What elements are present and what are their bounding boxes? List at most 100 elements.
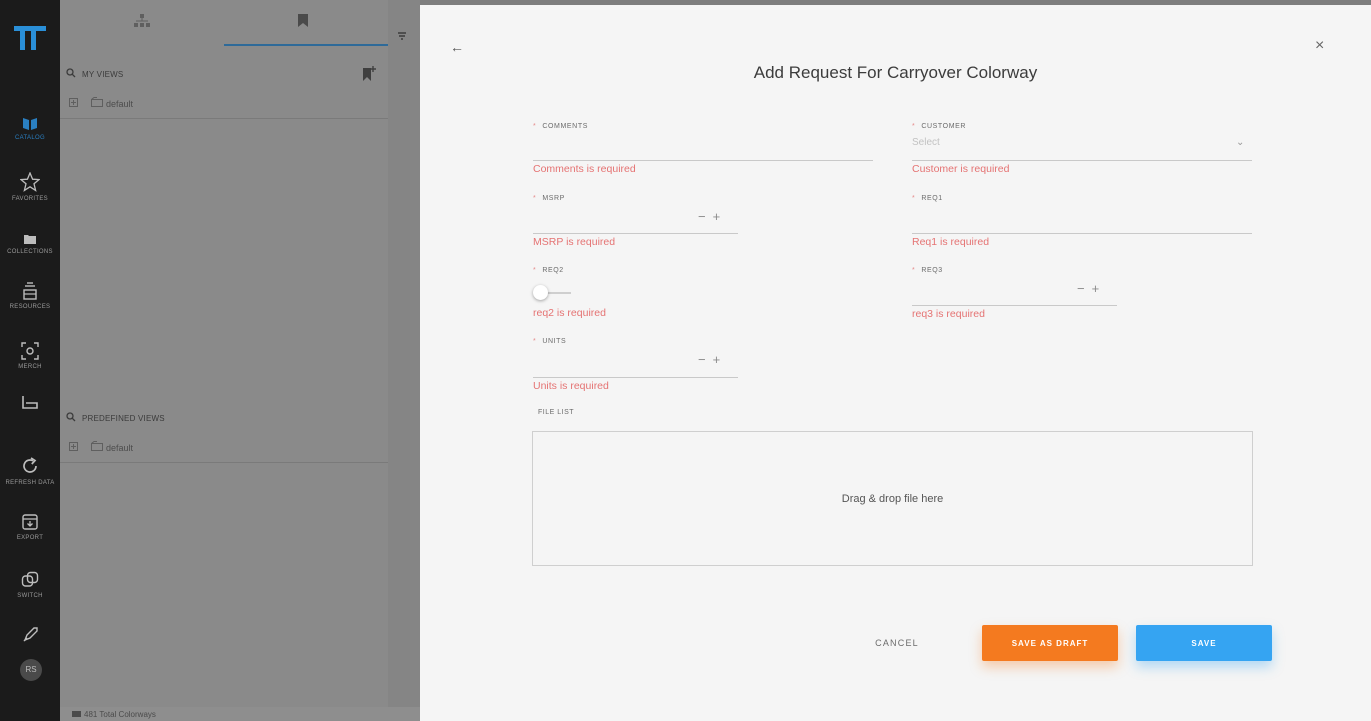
cancel-button[interactable]: CANCEL [838,625,956,661]
nav-catalog[interactable]: CATALOG [0,117,60,141]
required-mark: * [533,267,537,274]
req1-input-line[interactable] [912,233,1252,234]
customer-label: CUSTOMER [921,123,967,130]
my-views-header: MY VIEWS [60,64,388,84]
search-icon[interactable] [66,68,76,78]
status-footer: 481 Total Colorways [60,707,420,721]
file-dropzone[interactable]: Drag & drop file here [532,431,1253,566]
required-mark: * [912,267,916,274]
nav-refresh-label: REFRESH DATA [5,480,55,486]
units-label: UNITS [542,338,567,345]
nav-rail: CATALOG FAVORITES COLLECTIONS RESOURCES … [0,0,60,721]
comments-field[interactable]: * COMMENTS Comments is required [533,123,873,183]
dropzone-text: Drag & drop file here [841,493,944,505]
nav-favorites[interactable]: FAVORITES [0,172,60,202]
req3-field[interactable]: * REQ3 −+ req3 is required [912,267,1117,327]
decrement-button[interactable]: − [698,209,713,224]
comments-input-line[interactable] [533,160,873,161]
tree-row[interactable]: default [60,94,388,119]
nav-rocket[interactable] [0,626,60,644]
file-list-label: FILE LIST [538,409,575,416]
expand-icon[interactable] [69,442,78,451]
tab-bookmarks[interactable] [224,0,388,46]
hierarchy-icon [134,14,150,27]
req2-field[interactable]: * REQ2 req2 is required [533,267,738,327]
avatar[interactable]: RS [20,659,42,681]
nav-refresh[interactable]: REFRESH DATA [0,456,60,486]
req1-field[interactable]: * REQ1 Req1 is required [912,195,1252,255]
nav-hanger[interactable] [0,394,60,410]
decrement-button[interactable]: − [698,352,713,367]
units-stepper[interactable]: −+ [698,352,727,367]
req1-label: REQ1 [921,195,943,202]
my-views-title: MY VIEWS [82,70,124,79]
back-arrow-icon[interactable]: ← [450,39,464,55]
export-icon [22,514,38,530]
comments-error: Comments is required [533,163,636,175]
folder-outline-icon [91,97,103,107]
nav-merch[interactable]: MERCH [0,342,60,370]
units-input-line[interactable] [533,377,738,378]
required-mark: * [533,195,537,202]
catalog-icon [23,118,37,130]
units-field[interactable]: * UNITS −+ Units is required [533,338,738,398]
chevron-down-icon[interactable]: ⌄ [1236,137,1244,148]
customer-select-placeholder[interactable]: Select [912,137,940,148]
customer-error: Customer is required [912,163,1010,175]
app-logo-icon [14,26,46,50]
nav-resources-label: RESOURCES [9,304,51,310]
nav-export-label: EXPORT [16,535,44,541]
save-as-draft-button[interactable]: SAVE AS DRAFT [982,625,1118,661]
decrement-button[interactable]: − [1077,281,1092,296]
switch-icon [21,571,39,587]
required-mark: * [533,338,537,345]
folder-icon [24,235,36,244]
nav-merch-label: MERCH [18,364,42,370]
tree-row[interactable]: default [60,438,388,463]
tab-hierarchy[interactable] [60,0,224,46]
required-mark: * [912,195,916,202]
panel-divider [388,0,420,721]
nav-catalog-label: CATALOG [15,135,45,141]
customer-select-line[interactable] [912,160,1252,161]
save-button[interactable]: SAVE [1136,625,1272,661]
required-mark: * [533,123,537,130]
refresh-icon [23,457,37,473]
nav-switch[interactable]: SWITCH [0,571,60,599]
resources-icon [23,282,37,300]
msrp-stepper[interactable]: −+ [698,209,727,224]
total-colorways-count: 481 Total Colorways [84,710,156,719]
increment-button[interactable]: + [713,352,728,367]
nav-export[interactable]: EXPORT [0,513,60,541]
req3-error: req3 is required [912,308,985,320]
merch-icon [21,342,39,360]
increment-button[interactable]: + [1092,281,1107,296]
close-icon[interactable]: × [1315,37,1324,55]
request-modal: ← × Add Request For Carryover Colorway *… [420,5,1371,721]
search-icon[interactable] [66,412,76,422]
req3-input-line[interactable] [912,305,1117,306]
bookmark-icon [298,14,308,27]
req3-stepper[interactable]: −+ [1077,281,1106,296]
req3-label: REQ3 [921,267,943,274]
nav-collections[interactable]: COLLECTIONS [0,233,60,255]
required-mark: * [912,123,916,130]
msrp-field[interactable]: * MSRP −+ MSRP is required [533,195,738,255]
views-tabs [60,0,388,46]
folder-outline-icon [91,441,103,451]
req2-slider-handle[interactable] [533,285,548,300]
increment-button[interactable]: + [713,209,728,224]
filter-icon[interactable] [398,32,406,42]
grid-icon [72,711,81,717]
nav-switch-label: SWITCH [17,593,43,599]
nav-resources[interactable]: RESOURCES [0,282,60,310]
predefined-views-header: PREDEFINED VIEWS [60,408,388,428]
expand-icon[interactable] [69,98,78,107]
customer-field[interactable]: * CUSTOMER Select ⌄ Customer is required [912,123,1252,183]
nav-favorites-label: FAVORITES [12,196,48,202]
rocket-icon [23,627,38,642]
predefined-views-title: PREDEFINED VIEWS [82,414,165,423]
msrp-error: MSRP is required [533,236,616,248]
msrp-input-line[interactable] [533,233,738,234]
hanger-icon [22,396,38,409]
